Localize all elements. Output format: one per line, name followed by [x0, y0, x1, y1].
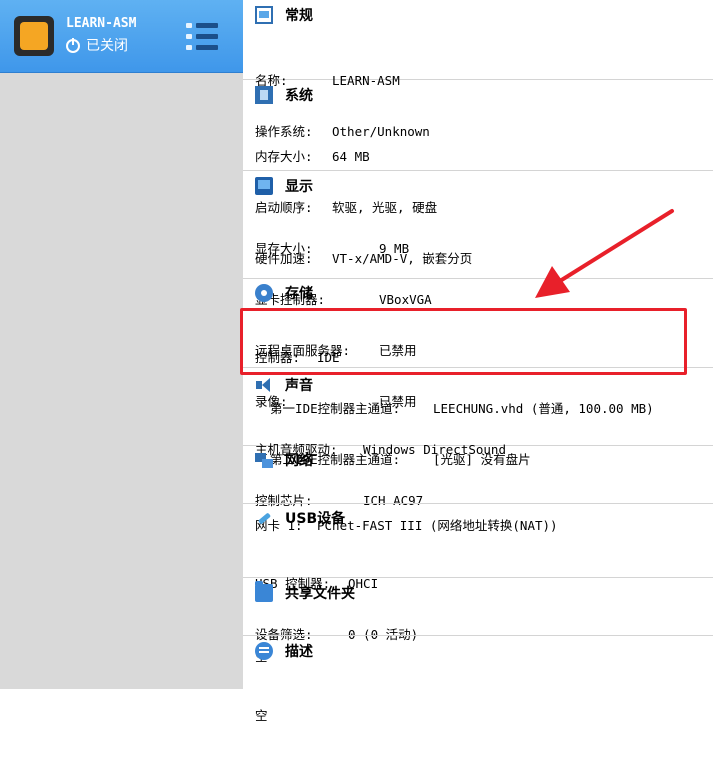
- section-system: 系统 内存大小: 64 MB 启动顺序: 软驱, 光驱, 硬盘 硬件加速: VT-x/…: [243, 80, 713, 266]
- speaker-icon: [255, 376, 273, 394]
- disk-icon: [255, 284, 273, 302]
- folder-icon: [255, 581, 273, 602]
- annotation-highlight-box: [240, 308, 687, 375]
- detail-value: 9 MB: [379, 241, 410, 256]
- section-title: 共享文件夹: [285, 586, 355, 602]
- os-logo-icon: [14, 16, 54, 56]
- section-audio: 声音 主机音频驱动: Windows DirectSound 控制芯片: ICH A…: [243, 368, 713, 508]
- section-network: 网络 网卡 1: PCnet-FAST III (网络地址转换(NAT)): [243, 446, 713, 533]
- section-display: 显示 显存大小: 9 MB 显卡控制器: VBoxVGA 远程桌面服务器: 已禁用 录…: [243, 171, 713, 409]
- section-description-body: 空: [255, 673, 300, 758]
- monitor-icon: [255, 177, 273, 195]
- power-icon: [66, 38, 80, 53]
- list-menu-icon[interactable]: [186, 23, 218, 51]
- vm-list-pane: LEARN-ASM 已关闭: [0, 0, 243, 689]
- section-general: 常规 名称: LEARN-ASM 操作系统: Other/Unknown: [243, 0, 713, 139]
- section-title: 常规: [285, 8, 313, 24]
- detail-label: 显存大小:: [255, 241, 313, 256]
- network-icon: [255, 451, 273, 469]
- vm-status-text: 已关闭: [86, 38, 128, 54]
- usb-icon: [255, 509, 273, 527]
- detail-text: 空: [255, 708, 268, 723]
- detail-value: 64 MB: [332, 149, 370, 164]
- section-title: 描述: [285, 644, 313, 660]
- general-settings-icon: [255, 6, 273, 24]
- section-title: 系统: [285, 88, 313, 104]
- section-title: 显示: [285, 179, 313, 195]
- detail-label: 内存大小:: [255, 149, 313, 164]
- section-title: USB设备: [285, 511, 346, 527]
- section-usb: USB设备 USB 控制器: OHCI 设备筛选: 0 (0 活动): [243, 504, 713, 642]
- section-shared-folders: 共享文件夹 空: [243, 578, 713, 664]
- chip-icon: [255, 86, 273, 104]
- section-description: 描述 空: [243, 636, 713, 723]
- section-title: 存储: [285, 286, 313, 302]
- vm-status: 已关闭: [66, 35, 128, 55]
- speech-bubble-icon: [255, 642, 273, 660]
- detail-row: 内存大小: 64 MB: [255, 148, 370, 165]
- detail-row: 显存大小: 9 MB: [255, 240, 409, 257]
- section-title: 网络: [285, 453, 313, 469]
- vm-list-item-learn-asm[interactable]: LEARN-ASM 已关闭: [0, 0, 243, 73]
- vm-name: LEARN-ASM: [66, 16, 137, 31]
- section-title: 声音: [285, 378, 313, 394]
